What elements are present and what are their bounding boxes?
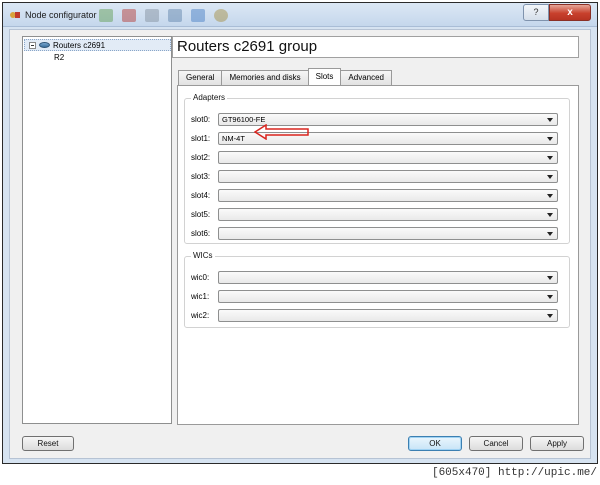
slot2-label: slot2: — [191, 153, 211, 162]
chevron-down-icon — [547, 232, 553, 236]
screenshot-canvas: Node configurator ? x Routers c2691 R2 R… — [0, 0, 600, 485]
adapters-group: Adapters slot0: GT96100-FE slot1: NM-4T … — [184, 93, 570, 244]
slot5-label: slot5: — [191, 210, 211, 219]
node-tree[interactable]: Routers c2691 R2 — [22, 36, 172, 424]
tab-general[interactable]: General — [178, 70, 223, 85]
chevron-down-icon — [547, 213, 553, 217]
apply-button[interactable]: Apply — [530, 436, 584, 451]
slot3-select[interactable] — [218, 170, 558, 183]
chevron-down-icon — [547, 175, 553, 179]
background-toolbar-icon — [168, 9, 182, 22]
watermark: [605x470] http://upic.me/ — [431, 467, 597, 479]
annotation-arrow-icon — [254, 124, 309, 140]
app-icon — [10, 12, 20, 18]
wic1-label: wic1: — [191, 292, 210, 301]
help-button[interactable]: ? — [523, 4, 549, 21]
tab-memories-and-disks[interactable]: Memories and disks — [221, 70, 309, 85]
chevron-down-icon — [547, 295, 553, 299]
reset-button[interactable]: Reset — [22, 436, 74, 451]
slot5-select[interactable] — [218, 208, 558, 221]
tree-item-label: Routers c2691 — [53, 41, 106, 50]
chevron-down-icon — [547, 118, 553, 122]
close-button[interactable]: x — [549, 4, 591, 21]
chevron-down-icon — [547, 276, 553, 280]
title-bar: Node configurator ? x — [3, 3, 597, 27]
cancel-button[interactable]: Cancel — [469, 436, 523, 451]
slot3-label: slot3: — [191, 172, 211, 181]
background-toolbar-icon — [99, 9, 113, 22]
background-toolbar-icon — [122, 9, 136, 22]
slot6-label: slot6: — [191, 229, 211, 238]
slot0-label: slot0: — [191, 115, 211, 124]
background-toolbar-icon — [145, 9, 159, 22]
tree-item-routers-c2691[interactable]: Routers c2691 — [24, 39, 171, 51]
wic2-select[interactable] — [218, 309, 558, 322]
tab-slots[interactable]: Slots — [307, 68, 342, 85]
slot0-value: GT96100-FE — [222, 115, 266, 124]
dialog-window: Node configurator ? x Routers c2691 R2 R… — [2, 2, 598, 464]
slots-tab-page: Adapters slot0: GT96100-FE slot1: NM-4T … — [177, 85, 579, 425]
tree-item-r2[interactable]: R2 — [24, 52, 171, 64]
wic0-select[interactable] — [218, 271, 558, 284]
slot1-value: NM-4T — [222, 134, 245, 143]
chevron-down-icon — [547, 137, 553, 141]
wic2-label: wic2: — [191, 311, 210, 320]
window-controls: ? x — [523, 4, 591, 21]
background-toolbar-icon — [191, 9, 205, 22]
ok-button[interactable]: OK — [408, 436, 462, 451]
slot4-label: slot4: — [191, 191, 211, 200]
slot2-select[interactable] — [218, 151, 558, 164]
slot4-select[interactable] — [218, 189, 558, 202]
router-icon — [39, 42, 50, 48]
wics-group: WICs wic0: wic1: wic2: — [184, 251, 570, 328]
tab-bar: General Memories and disks Slots Advance… — [178, 68, 392, 86]
window-title: Node configurator — [25, 10, 97, 20]
collapse-icon[interactable] — [29, 42, 36, 49]
background-toolbar — [99, 9, 228, 23]
chevron-down-icon — [547, 314, 553, 318]
wic0-label: wic0: — [191, 273, 210, 282]
page-title: Routers c2691 group — [172, 36, 579, 58]
background-toolbar-icon — [214, 9, 228, 22]
tree-item-label: R2 — [54, 53, 65, 62]
chevron-down-icon — [547, 194, 553, 198]
wic1-select[interactable] — [218, 290, 558, 303]
tab-advanced[interactable]: Advanced — [340, 70, 392, 85]
chevron-down-icon — [547, 156, 553, 160]
adapters-group-title: Adapters — [191, 93, 228, 102]
wics-group-title: WICs — [191, 251, 215, 260]
slot6-select[interactable] — [218, 227, 558, 240]
dialog-body: Routers c2691 R2 Routers c2691 group Gen… — [9, 29, 591, 459]
slot1-label: slot1: — [191, 134, 211, 143]
